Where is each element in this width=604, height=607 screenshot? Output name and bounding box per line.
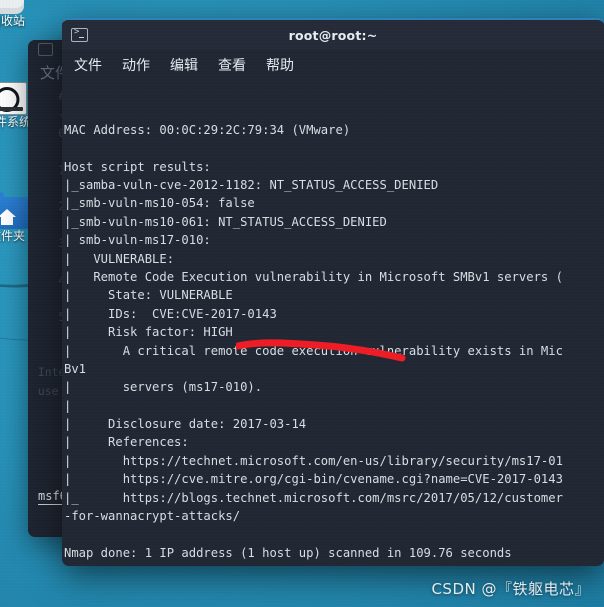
terminal-output-line: |_samba-vuln-cve-2012-1182: NT_STATUS_AC… (64, 177, 439, 192)
terminal-output-line: |_smb-vuln-ms10-061: NT_STATUS_ACCESS_DE… (64, 214, 387, 229)
terminal-output-line: | Risk factor: HIGH (64, 325, 233, 340)
disk-icon (0, 82, 27, 115)
recycle-bin-icon (0, 0, 24, 14)
terminal-titlebar[interactable]: root@root:~ (62, 20, 604, 50)
home-folder-icon (0, 192, 29, 229)
csdn-watermark: CSDN @『铁躯电芯』 (431, 580, 590, 598)
house-glyph (0, 209, 16, 225)
terminal-output-line: -for-wannacrypt-attacks/ (64, 509, 241, 524)
terminal-output-line: | Remote Code Execution vulnerability in… (64, 269, 563, 284)
desktop-background: 回收站 文件系统 文件夹 文件 # Name Disclosure Date -… (0, 0, 604, 607)
background-terminal-icon (38, 43, 53, 56)
menu-item-action[interactable]: 动作 (122, 55, 150, 75)
terminal-output-line: | servers (ms17-010). (64, 380, 263, 395)
menu-item-file[interactable]: 文件 (74, 55, 102, 75)
terminal-output-line: | IDs: CVE:CVE-2017-0143 (64, 306, 277, 321)
terminal-title: root@root:~ (288, 27, 378, 43)
terminal-output-line: | https://cve.mitre.org/cgi-bin/cvename.… (64, 472, 563, 487)
terminal-output-line: | smb-vuln-ms17-010: (64, 233, 211, 248)
terminal-menubar[interactable]: 文件 动作 编辑 查看 帮助 (62, 50, 604, 80)
nmap-output: MAC Address: 00:0C:29:2C:79:34 (VMware) H… (64, 121, 604, 562)
terminal-output-line: Nmap done: 1 IP address (1 host up) scan… (64, 545, 512, 560)
terminal-output-line: | https://technet.microsoft.com/en-us/li… (64, 453, 563, 468)
terminal-output-line: | State: VULNERABLE (64, 288, 233, 303)
terminal-output-line: Host script results: (64, 159, 211, 174)
terminal-output-line: |_smb-vuln-ms10-054: false (64, 196, 255, 211)
terminal-output-line: | A critical remote code execution vulne… (64, 343, 563, 358)
terminal-output-line: |_ https://blogs.technet.microsoft.com/m… (64, 490, 563, 505)
terminal-output-line: Bv1 (64, 361, 87, 376)
menu-item-view[interactable]: 查看 (218, 55, 246, 75)
desktop-icon-recycle-bin[interactable]: 回收站 (0, 0, 38, 28)
menu-item-edit[interactable]: 编辑 (170, 55, 198, 75)
terminal-output-line: MAC Address: 00:0C:29:2C:79:34 (VMware) (64, 122, 351, 137)
recycle-bin-label: 回收站 (0, 14, 25, 28)
terminal-output-area[interactable]: MAC Address: 00:0C:29:2C:79:34 (VMware) H… (62, 80, 604, 566)
terminal-output-line: | Disclosure date: 2017-03-14 (64, 417, 307, 432)
terminal-window[interactable]: root@root:~ 文件 动作 编辑 查看 帮助 MAC Address: … (62, 18, 604, 566)
terminal-output-line: | (64, 398, 72, 413)
terminal-output-line: | References: (64, 435, 189, 450)
menu-item-help[interactable]: 帮助 (266, 55, 294, 75)
terminal-output-line: | VULNERABLE: (64, 251, 175, 266)
